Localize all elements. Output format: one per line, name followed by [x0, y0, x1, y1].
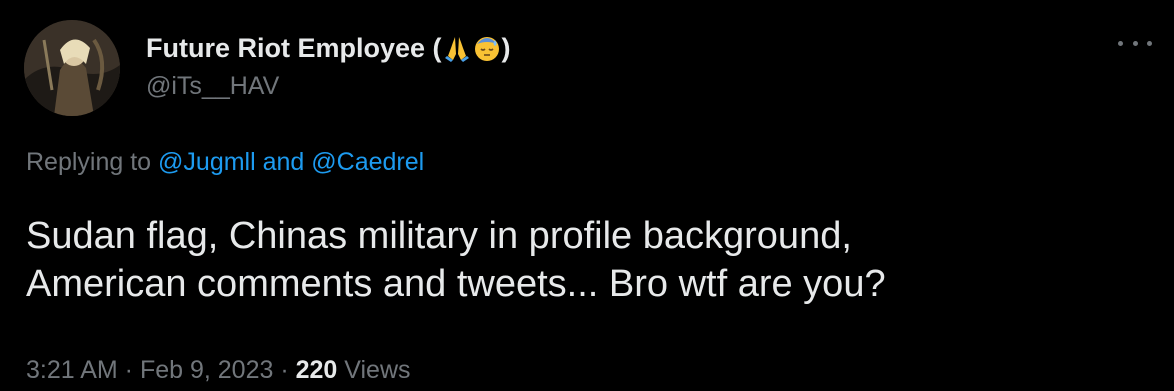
- display-name[interactable]: Future Riot Employee ( ): [146, 30, 511, 66]
- views-count: 220: [295, 356, 338, 384]
- mention-joiner: and: [255, 148, 312, 176]
- tweet-metadata: 3:21 AM · Feb 9, 2023 · 220 Views: [26, 356, 411, 385]
- mention-caedrel[interactable]: @Caedrel: [311, 148, 424, 176]
- replying-to: Replying to @Jugmll and @Caedrel: [26, 148, 424, 177]
- user-handle[interactable]: @iTs__HAV: [146, 72, 279, 101]
- tweet-card: Future Riot Employee ( ) @iTs__HAV Reply…: [0, 0, 1174, 391]
- meta-separator: ·: [273, 356, 296, 384]
- tweet-date[interactable]: Feb 9, 2023: [140, 356, 273, 384]
- display-name-text: Future Riot Employee (: [146, 32, 442, 63]
- views-label: Views: [337, 356, 411, 384]
- avatar[interactable]: [24, 20, 120, 116]
- mention-jugmll[interactable]: @Jugmll: [158, 148, 256, 176]
- tweet-text: Sudan flag, Chinas military in profile b…: [26, 212, 1146, 308]
- tweet-time[interactable]: 3:21 AM: [26, 356, 118, 384]
- folded-hands-icon: [443, 34, 471, 62]
- tweet-text-line-1: Sudan flag, Chinas military in profile b…: [26, 215, 852, 257]
- face-with-sweat-icon: [473, 34, 501, 62]
- display-name-close: ): [501, 32, 511, 63]
- meta-separator: ·: [117, 356, 140, 384]
- tweet-text-line-2: American comments and tweets... Bro wtf …: [26, 263, 886, 305]
- replying-prefix: Replying to: [26, 148, 159, 176]
- more-options-icon[interactable]: [1118, 30, 1152, 56]
